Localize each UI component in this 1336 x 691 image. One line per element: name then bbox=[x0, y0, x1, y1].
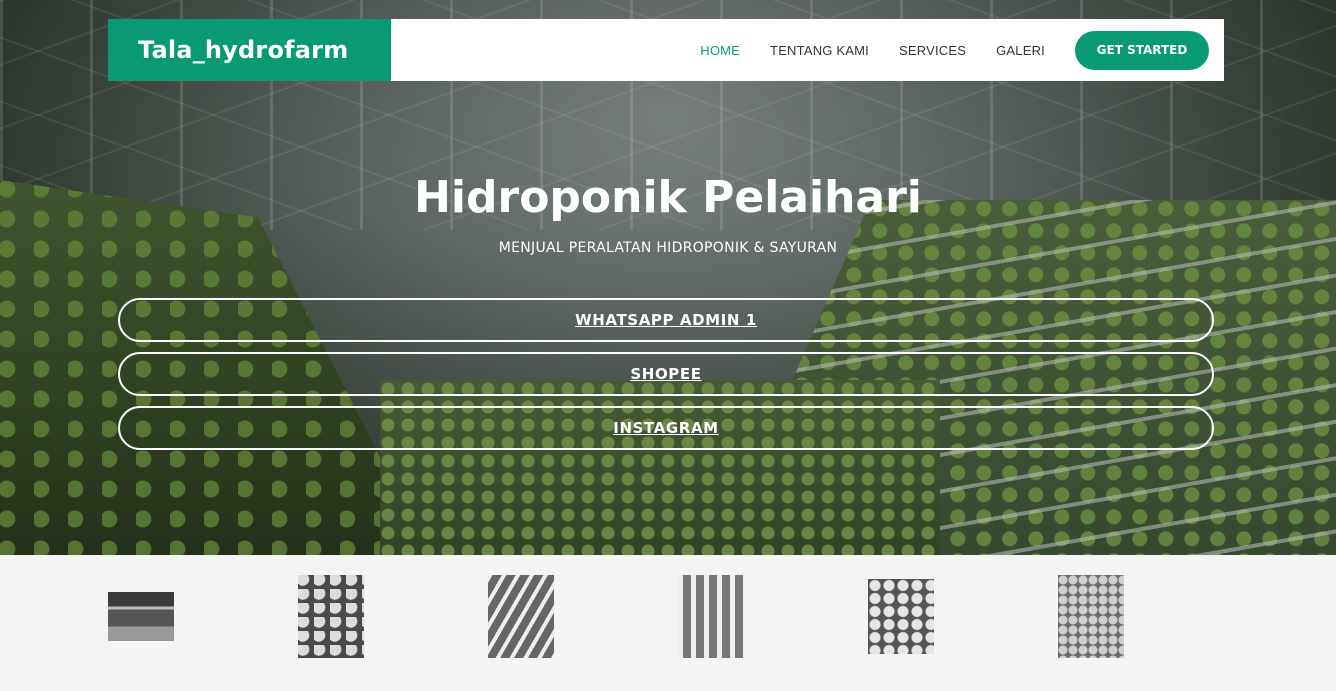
hydroponic-pipes-photo[interactable] bbox=[678, 575, 744, 658]
site-header: Tala_hydrofarm HOME TENTANG KAMI SERVICE… bbox=[108, 19, 1224, 81]
nav-home[interactable]: HOME bbox=[700, 43, 740, 58]
brand-logo[interactable]: Tala_hydrofarm bbox=[108, 19, 391, 81]
hero-overlay bbox=[0, 0, 1336, 555]
vegetable-field-photo[interactable] bbox=[1058, 575, 1124, 658]
lettuce-closeup-photo[interactable] bbox=[868, 579, 934, 654]
plant-leaves-photo[interactable] bbox=[298, 575, 364, 658]
hero-subtitle: MENJUAL PERALATAN HIDROPONIK & SAYURAN bbox=[498, 240, 838, 256]
nav-galeri[interactable]: GALERI bbox=[996, 43, 1045, 58]
shopee-button[interactable]: SHOPEE bbox=[118, 352, 1214, 396]
greenhouse-photo[interactable] bbox=[108, 592, 174, 641]
main-nav: HOME TENTANG KAMI SERVICES GALERI GET ST… bbox=[670, 30, 1224, 70]
gallery-strip bbox=[0, 555, 1336, 691]
hero-title: Hidroponik Pelaihari bbox=[414, 172, 922, 223]
nav-tentang-kami[interactable]: TENTANG KAMI bbox=[770, 43, 869, 58]
instagram-button[interactable]: INSTAGRAM bbox=[118, 406, 1214, 450]
whatsapp-admin-button[interactable]: WHATSAPP ADMIN 1 bbox=[118, 298, 1214, 342]
get-started-button[interactable]: GET STARTED bbox=[1075, 30, 1209, 70]
hero-section: Tala_hydrofarm HOME TENTANG KAMI SERVICE… bbox=[0, 0, 1336, 555]
hydroponic-rows-photo[interactable] bbox=[488, 575, 554, 658]
nav-services[interactable]: SERVICES bbox=[899, 43, 966, 58]
